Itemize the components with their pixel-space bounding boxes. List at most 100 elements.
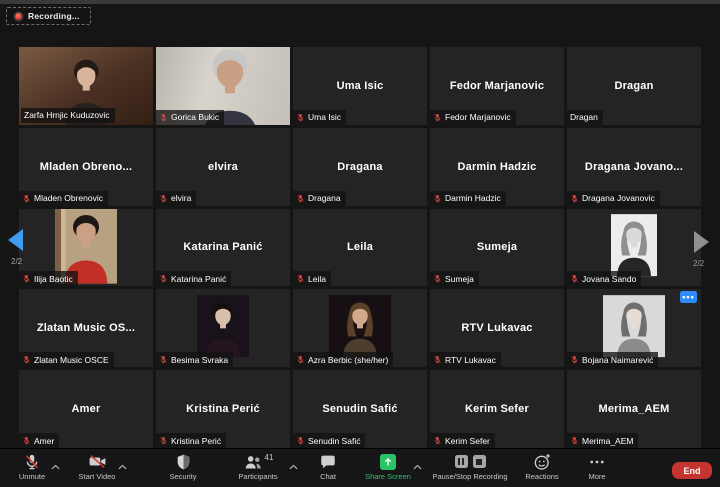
muted-mic-icon <box>296 436 305 445</box>
muted-mic-icon <box>159 274 168 283</box>
tile-darmin-hadzic[interactable]: Darmin HadzicDarmin Hadzic <box>430 128 564 206</box>
end-button[interactable]: End <box>672 462 712 479</box>
chat-icon <box>319 453 337 470</box>
participant-name-label: Besima Svraka <box>171 355 228 365</box>
window-top-strip <box>0 0 720 4</box>
more-options-icon[interactable]: ••• <box>680 291 697 303</box>
participant-name-label: Senudin Safić <box>308 436 360 446</box>
muted-mic-icon <box>159 436 168 445</box>
unmute-caret-icon[interactable] <box>51 457 60 475</box>
tile-uma-isic[interactable]: Uma IsicUma Isic <box>293 47 427 125</box>
tile-sumeja[interactable]: SumejaSumeja <box>430 209 564 287</box>
stop-recording-icon[interactable] <box>473 455 486 468</box>
muted-mic-icon <box>22 274 31 283</box>
participant-name-label: Zarfa Hrnjic Kuduzovic <box>24 110 110 120</box>
participant-photo <box>197 295 249 357</box>
recording-indicator: Recording... <box>6 7 91 25</box>
participant-photo <box>611 215 657 277</box>
muted-mic-icon <box>159 355 168 364</box>
muted-mic-icon <box>296 274 305 283</box>
muted-mic-icon <box>433 355 442 364</box>
tile-kristina-peri[interactable]: Kristina PerićKristina Perić <box>156 370 290 448</box>
toolbar-item-label: Chat <box>320 472 336 481</box>
participant-name-tag: RTV Lukavac <box>430 352 501 367</box>
participant-name-label: Gorica Bukic <box>171 112 219 122</box>
participant-name-tag: Senudin Safić <box>293 433 365 448</box>
tile-merima-aem[interactable]: Merima_AEMMerima_AEM <box>567 370 701 448</box>
toolbar-item-label: More <box>588 472 605 481</box>
tile-dragana[interactable]: DraganaDragana <box>293 128 427 206</box>
toolbar-item-label: Share Screen <box>365 472 411 481</box>
participants-icon: 41 <box>243 453 274 470</box>
tile-gorica-bukic[interactable]: Gorica Bukic <box>156 47 290 125</box>
tile-rtv-lukavac[interactable]: RTV LukavacRTV Lukavac <box>430 289 564 367</box>
tile-zlatan-music-osce[interactable]: Zlatan Music OS...Zlatan Music OSCE <box>19 289 153 367</box>
tile-kerim-sefer[interactable]: Kerim SeferKerim Sefer <box>430 370 564 448</box>
more-button[interactable]: More <box>572 449 622 487</box>
next-page-arrow-icon[interactable] <box>694 231 709 253</box>
participant-name-label: Amer <box>34 436 54 446</box>
tile-zarfa-hrnjic-kuduzovic[interactable]: Zarfa Hrnjic Kuduzovic <box>19 47 153 125</box>
participant-name-label: Darmin Hadzic <box>445 193 501 203</box>
tile-azra-berbic-she-her[interactable]: Azra Berbic (she/her) <box>293 289 427 367</box>
tile-mladen-obrenovic[interactable]: Mladen Obreno...Mladen Obrenovic <box>19 128 153 206</box>
participant-name-tag: Zlatan Music OSCE <box>19 352 114 367</box>
participant-name-label: Kristina Perić <box>171 436 221 446</box>
toolbar-item-label: Participants <box>238 472 277 481</box>
pause-stop-icon <box>452 453 488 470</box>
participant-name-tag: Dragana <box>293 191 346 206</box>
chat-button[interactable]: Chat <box>306 449 350 487</box>
participants-button[interactable]: 41 Participants <box>222 449 294 487</box>
prev-page-arrow-icon[interactable] <box>8 229 23 251</box>
participant-name-tag: Azra Berbic (she/her) <box>293 352 393 367</box>
participant-name-label: Merima_AEM <box>582 436 633 446</box>
participants-caret-icon[interactable] <box>289 457 298 475</box>
shield-icon <box>175 453 192 470</box>
tile-dragana-jovanovic[interactable]: Dragana Jovano...Dragana Jovanovic <box>567 128 701 206</box>
page-indicator-left: 2/2 <box>11 257 22 266</box>
tile-jovana-sando[interactable]: Jovana Sando <box>567 209 701 287</box>
participant-name-tag: Fedor Marjanovic <box>430 110 516 125</box>
participant-photo <box>603 295 665 357</box>
reactions-icon <box>533 453 552 470</box>
tile-fedor-marjanovic[interactable]: Fedor MarjanovicFedor Marjanovic <box>430 47 564 125</box>
muted-mic-icon <box>570 274 579 283</box>
start-video-caret-icon[interactable] <box>118 457 127 475</box>
pause-recording-icon[interactable] <box>455 455 468 468</box>
reactions-button[interactable]: Reactions <box>515 449 569 487</box>
participant-name-tag: Sumeja <box>430 271 479 286</box>
participant-name-label: Uma Isic <box>308 112 341 122</box>
participant-name-label: Sumeja <box>445 274 474 284</box>
tile-senudin-safi[interactable]: Senudin SafićSenudin Safić <box>293 370 427 448</box>
participant-name-label: elvira <box>171 193 191 203</box>
unmute-button[interactable]: Unmute <box>8 449 56 487</box>
participant-name-tag: Merima_AEM <box>567 433 638 448</box>
participant-name-tag: Leila <box>293 271 331 286</box>
tile-katarina-pani[interactable]: Katarina PanićKatarina Panić <box>156 209 290 287</box>
tile-elvira[interactable]: elviraelvira <box>156 128 290 206</box>
participant-name-label: Jovana Sando <box>582 274 636 284</box>
participant-name-tag: Besima Svraka <box>156 352 233 367</box>
muted-mic-icon <box>296 194 305 203</box>
muted-mic-icon <box>22 194 31 203</box>
zoom-meeting-window: { "recording": { "label": "Recording..."… <box>0 0 720 486</box>
muted-mic-icon <box>433 194 442 203</box>
muted-mic-icon <box>433 113 442 122</box>
toolbar-item-label: Unmute <box>19 472 45 481</box>
pause-stop-recording-button[interactable]: Pause/Stop Recording <box>416 449 524 487</box>
toolbar-item-label: Reactions <box>525 472 558 481</box>
tile-besima-svraka[interactable]: Besima Svraka <box>156 289 290 367</box>
tile-amer[interactable]: AmerAmer <box>19 370 153 448</box>
muted-mic-icon <box>159 113 168 122</box>
participant-name-label: Ilija Baotic <box>34 274 73 284</box>
tile-ilija-baotic[interactable]: Ilija Baotic <box>19 209 153 287</box>
participant-photo <box>329 295 391 357</box>
tile-dragan[interactable]: DraganDragan <box>567 47 701 125</box>
muted-mic-icon <box>22 436 31 445</box>
participant-name-tag: Ilija Baotic <box>19 271 78 286</box>
tile-bojana-naimarevi[interactable]: Bojana Naimarević ••• <box>567 289 701 367</box>
participant-name-tag: elvira <box>156 191 196 206</box>
tile-leila[interactable]: LeilaLeila <box>293 209 427 287</box>
security-button[interactable]: Security <box>156 449 210 487</box>
participant-name-tag: Bojana Naimarević <box>567 352 658 367</box>
